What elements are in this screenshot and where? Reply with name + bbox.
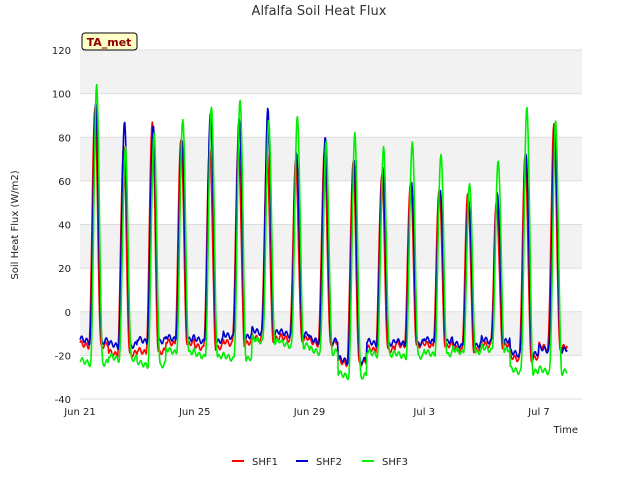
x-tick-label: Jul 7 xyxy=(527,407,550,418)
plot-band xyxy=(80,93,582,138)
badge: TA_met xyxy=(81,32,138,51)
x-tick-label: Jun 29 xyxy=(293,407,326,418)
y-tick-label: -40 xyxy=(55,395,71,406)
y-tick-label: 20 xyxy=(58,264,71,275)
y-tick-label: 100 xyxy=(52,90,71,101)
y-tick-label: 60 xyxy=(58,177,71,188)
x-axis-label: Time xyxy=(553,425,578,436)
legend-label-shf1: SHF1 xyxy=(252,457,278,468)
plot-band xyxy=(80,355,582,399)
legend-label-shf2: SHF2 xyxy=(316,457,342,468)
y-tick-label: 40 xyxy=(58,221,71,232)
chart: Alfalfa Soil Heat Flux -40 -20 0 20 40 60 80 10… xyxy=(10,4,582,468)
legend-label-shf3: SHF3 xyxy=(382,457,408,468)
y-tick-label: -20 xyxy=(55,351,71,362)
x-axis-ticks: Jun 21 Jun 25 Jun 29 Jul 3 Jul 7 xyxy=(63,407,550,418)
plot-band xyxy=(80,50,582,94)
y-tick-label: 0 xyxy=(65,308,71,319)
chart-title: Alfalfa Soil Heat Flux xyxy=(252,4,387,19)
y-axis-label: Soil Heat Flux (W/m2) xyxy=(10,170,21,279)
y-tick-label: 120 xyxy=(52,46,71,57)
y-axis-ticks: -40 -20 0 20 40 60 80 100 120 xyxy=(52,46,71,406)
x-tick-label: Jun 25 xyxy=(178,407,211,418)
badge-label: TA_met xyxy=(87,36,132,49)
x-tick-label: Jul 3 xyxy=(412,407,435,418)
y-tick-label: 80 xyxy=(58,133,71,144)
x-tick-label: Jun 21 xyxy=(63,407,96,418)
legend: SHF1 SHF2 SHF3 xyxy=(232,457,408,468)
